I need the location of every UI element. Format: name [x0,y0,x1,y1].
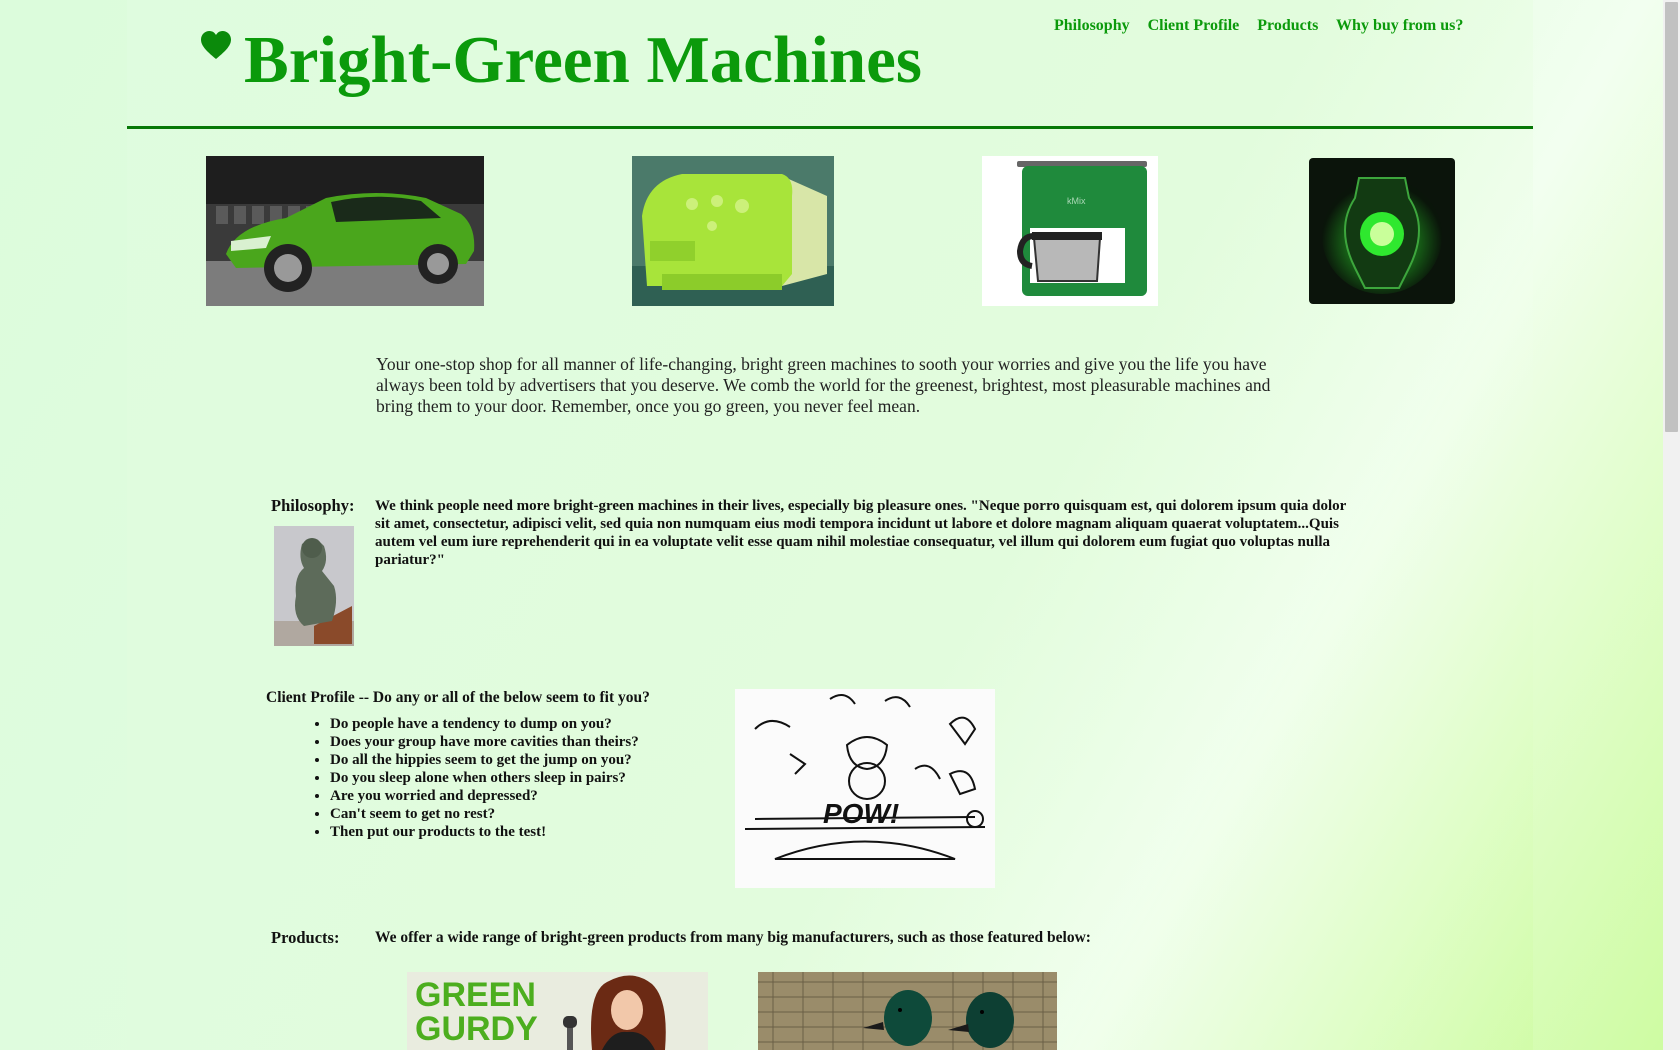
client-profile-heading: Client Profile -- Do any or all of the b… [266,689,650,706]
thinker-statue-image [274,526,354,646]
products-label: Products: [271,928,340,947]
philosophy-text: We think people need more bright-green m… [375,498,1347,568]
list-item: Do you sleep alone when others sleep in … [330,769,639,787]
list-item: Are you worried and depressed? [330,787,639,805]
nav-link-why-buy[interactable]: Why buy from us? [1336,17,1463,34]
main-nav: Philosophy Client Profile Products Why b… [1054,17,1463,35]
client-profile-list: Do people have a tendency to dump on you… [312,715,639,841]
nav-link-products[interactable]: Products [1257,17,1318,34]
philosophy-label: Philosophy: [271,496,355,515]
site-header: Bright-Green Machines Philosophy Client … [127,0,1533,129]
page-container: Bright-Green Machines Philosophy Client … [127,0,1533,1050]
scrollbar-thumb[interactable] [1665,2,1678,432]
nav-link-client-profile[interactable]: Client Profile [1148,17,1240,34]
pow-text: POW! [823,798,899,829]
site-title: Bright-Green Machines [244,23,922,97]
green-ducks-image [758,972,1057,1050]
gurdy-word-1: GREEN [415,976,536,1014]
green-car-image [206,156,484,306]
green-lantern-image [1309,158,1455,304]
svg-text:kMix: kMix [1067,196,1086,206]
list-item: Do all the hippies seem to get the jump … [330,751,639,769]
intro-paragraph: Your one-stop shop for all manner of lif… [376,354,1271,416]
list-item: Can't seem to get no rest? [330,805,639,823]
page-scrollbar[interactable] [1663,0,1680,1050]
list-item: Then put our products to the test! [330,823,639,841]
green-sewing-machine-image [632,156,834,306]
products-text: We offer a wide range of bright-green pr… [375,929,1091,946]
green-gurdy-image: GREEN GURDY [407,972,708,1050]
nav-link-philosophy[interactable]: Philosophy [1054,17,1130,34]
heart-icon [201,31,231,59]
list-item: Do people have a tendency to dump on you… [330,715,639,733]
gurdy-word-2: GURDY [415,1010,538,1048]
list-item: Does your group have more cavities than … [330,733,639,751]
pow-comic-image: POW! [735,689,995,888]
green-coffee-maker-image: kMix [982,156,1158,306]
